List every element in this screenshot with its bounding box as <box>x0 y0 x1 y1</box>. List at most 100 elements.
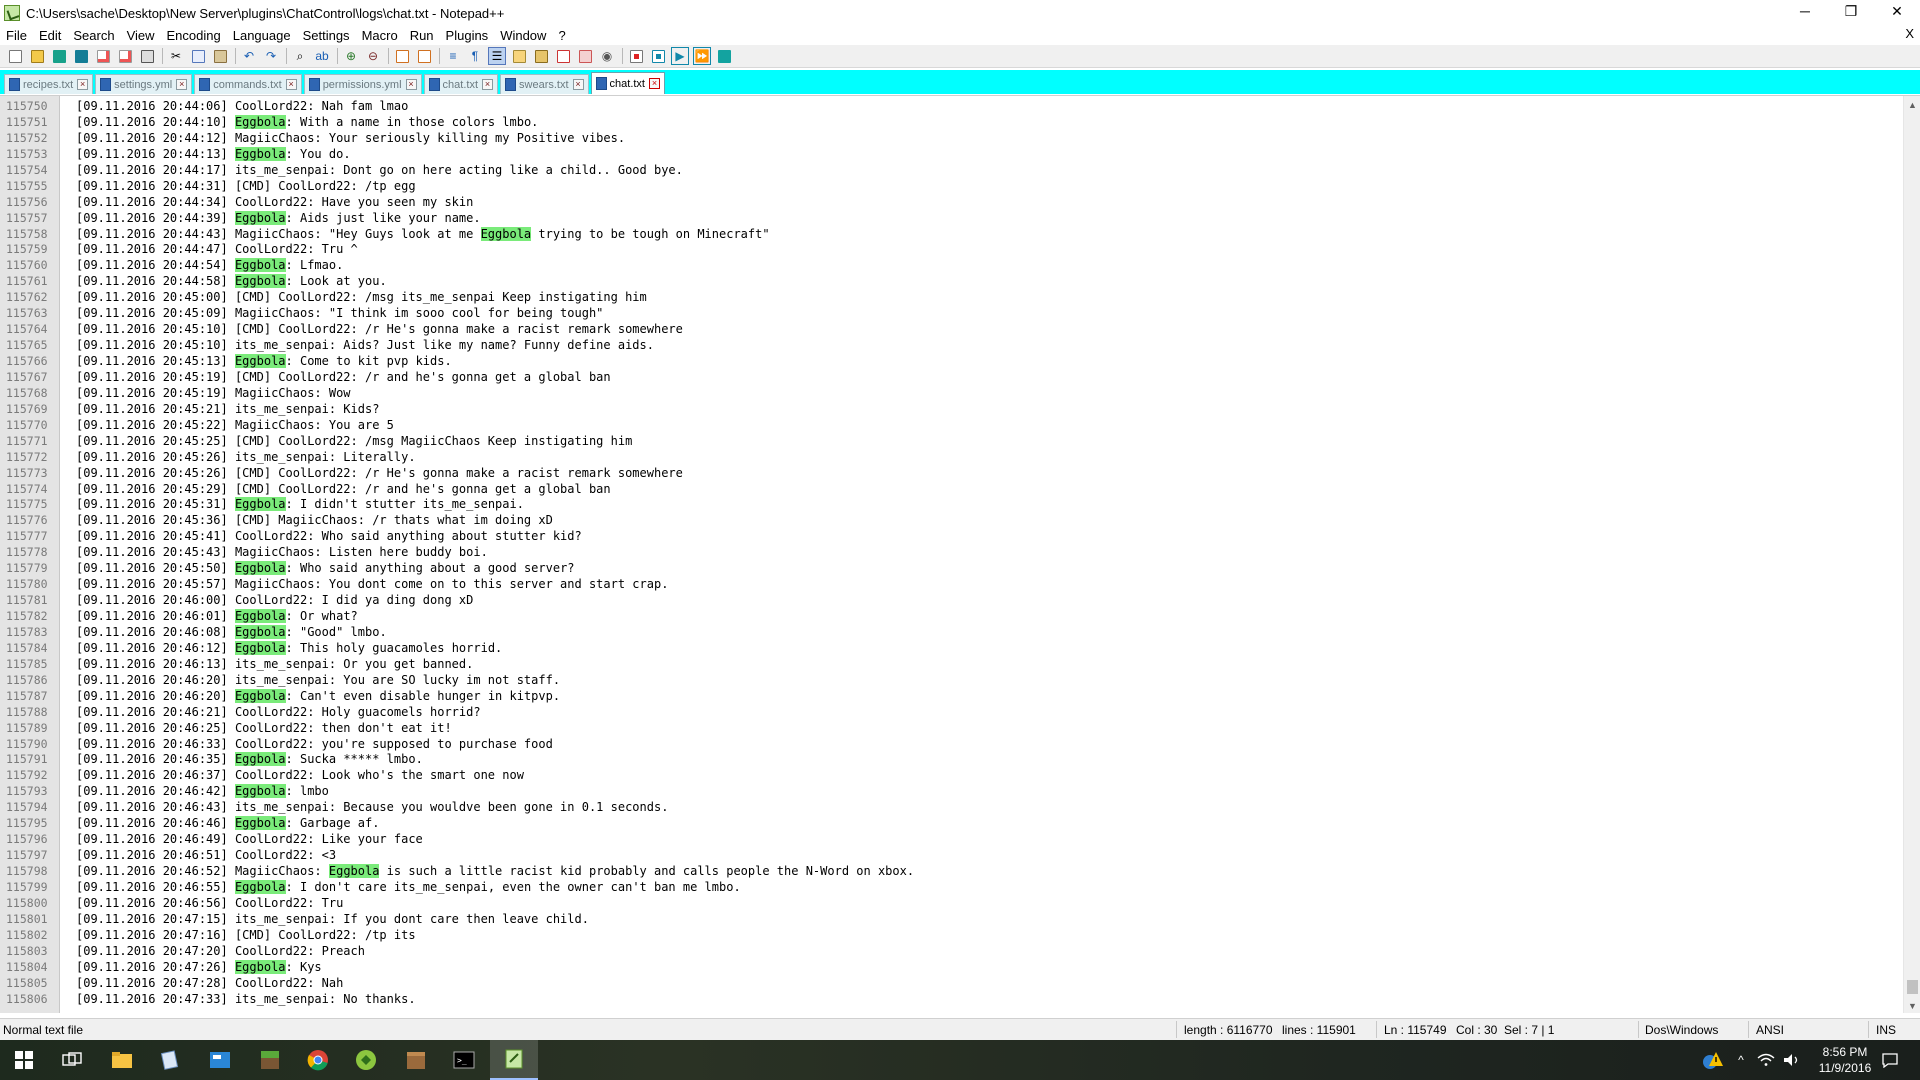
indent-guide-icon[interactable]: ☰ <box>488 47 506 65</box>
editor-line[interactable]: 115772 [09.11.2016 20:45:26] its_me_senpa… <box>0 449 1900 465</box>
editor-line[interactable]: 115759 [09.11.2016 20:44:47] CoolLord22: … <box>0 241 1900 257</box>
close-file-icon[interactable] <box>94 47 112 65</box>
redo-icon[interactable]: ↷ <box>262 47 280 65</box>
editor-line[interactable]: 115791 [09.11.2016 20:46:35] Eggbola: Suc… <box>0 751 1900 767</box>
chrome-taskbar-button[interactable] <box>294 1040 342 1080</box>
cut-icon[interactable]: ✂ <box>167 47 185 65</box>
close-button[interactable]: ✕ <box>1874 0 1920 22</box>
editor-line[interactable]: 115770 [09.11.2016 20:45:22] MagiicChaos:… <box>0 417 1900 433</box>
editor-line[interactable]: 115773 [09.11.2016 20:45:26] [CMD] CoolLo… <box>0 465 1900 481</box>
editor-line[interactable]: 115767 [09.11.2016 20:45:19] [CMD] CoolLo… <box>0 369 1900 385</box>
menu-plugins[interactable]: Plugins <box>440 28 495 43</box>
menu-view[interactable]: View <box>121 28 161 43</box>
editor-line[interactable]: 115790 [09.11.2016 20:46:33] CoolLord22: … <box>0 736 1900 752</box>
tab-close-icon[interactable]: × <box>405 79 417 90</box>
vertical-scrollbar[interactable]: ▲ ▼ <box>1903 96 1920 1013</box>
editor-line[interactable]: 115774 [09.11.2016 20:45:29] [CMD] CoolLo… <box>0 481 1900 497</box>
function-list-icon[interactable] <box>554 47 572 65</box>
editor-line[interactable]: 115777 [09.11.2016 20:45:41] CoolLord22: … <box>0 528 1900 544</box>
file-explorer-taskbar-button[interactable] <box>98 1040 146 1080</box>
sync-vertical-icon[interactable] <box>393 47 411 65</box>
find-icon[interactable]: ⌕ <box>291 47 309 65</box>
menu-help[interactable]: ? <box>552 28 571 43</box>
editor-line[interactable]: 115805 [09.11.2016 20:47:28] CoolLord22: … <box>0 975 1900 991</box>
text-editor[interactable]: 115750 [09.11.2016 20:44:06] CoolLord22: … <box>0 95 1920 1013</box>
editor-line[interactable]: 115757 [09.11.2016 20:44:39] Eggbola: Aid… <box>0 210 1900 226</box>
wifi-icon[interactable] <box>1754 1040 1778 1080</box>
restore-button[interactable]: ❐ <box>1828 0 1874 22</box>
editor-line[interactable]: 115750 [09.11.2016 20:44:06] CoolLord22: … <box>0 98 1900 114</box>
editor-line[interactable]: 115793 [09.11.2016 20:46:42] Eggbola: lmb… <box>0 783 1900 799</box>
new-file-icon[interactable] <box>6 47 24 65</box>
zoom-in-icon[interactable]: ⊕ <box>342 47 360 65</box>
paste-icon[interactable] <box>211 47 229 65</box>
close-document-button[interactable]: X <box>1905 26 1914 41</box>
editor-line[interactable]: 115806 [09.11.2016 20:47:33] its_me_senpa… <box>0 991 1900 1007</box>
menu-search[interactable]: Search <box>67 28 120 43</box>
macro-record-icon[interactable] <box>627 47 645 65</box>
word-wrap-icon[interactable]: ≡ <box>444 47 462 65</box>
task-view-button[interactable] <box>48 1040 96 1080</box>
editor-line[interactable]: 115776 [09.11.2016 20:45:36] [CMD] Magiic… <box>0 512 1900 528</box>
macro-save-icon[interactable] <box>715 47 733 65</box>
editor-line[interactable]: 115788 [09.11.2016 20:46:21] CoolLord22: … <box>0 704 1900 720</box>
menu-window[interactable]: Window <box>494 28 552 43</box>
editor-line[interactable]: 115786 [09.11.2016 20:46:20] its_me_senpa… <box>0 672 1900 688</box>
user-defined-language-icon[interactable] <box>510 47 528 65</box>
document-map-icon[interactable] <box>532 47 550 65</box>
editor-line[interactable]: 115801 [09.11.2016 20:47:15] its_me_senpa… <box>0 911 1900 927</box>
editor-line[interactable]: 115804 [09.11.2016 20:47:26] Eggbola: Kys <box>0 959 1900 975</box>
editor-line[interactable]: 115797 [09.11.2016 20:46:51] CoolLord22: … <box>0 847 1900 863</box>
editor-line[interactable]: 115760 [09.11.2016 20:44:54] Eggbola: Lfm… <box>0 257 1900 273</box>
menu-macro[interactable]: Macro <box>356 28 404 43</box>
editor-line[interactable]: 115794 [09.11.2016 20:46:43] its_me_senpa… <box>0 799 1900 815</box>
calculator-taskbar-button[interactable] <box>196 1040 244 1080</box>
command-prompt-taskbar-button[interactable]: >_ <box>440 1040 488 1080</box>
tab-chat-txt-active[interactable]: chat.txt × <box>590 72 665 94</box>
editor-line[interactable]: 115758 [09.11.2016 20:44:43] MagiicChaos:… <box>0 226 1900 242</box>
editor-line[interactable]: 115766 [09.11.2016 20:45:13] Eggbola: Com… <box>0 353 1900 369</box>
editor-line[interactable]: 115799 [09.11.2016 20:46:55] Eggbola: I d… <box>0 879 1900 895</box>
minimize-button[interactable]: ─ <box>1782 0 1828 22</box>
tab-close-icon[interactable]: × <box>649 78 660 89</box>
undo-icon[interactable]: ↶ <box>240 47 258 65</box>
folder-as-workspace-icon[interactable] <box>576 47 594 65</box>
tab-close-icon[interactable]: × <box>482 79 494 90</box>
show-hidden-icons-chevron-icon[interactable]: ^ <box>1730 1040 1752 1080</box>
open-file-icon[interactable] <box>28 47 46 65</box>
scroll-down-arrow-icon[interactable]: ▼ <box>1904 997 1920 1013</box>
save-all-icon[interactable] <box>72 47 90 65</box>
editor-line[interactable]: 115798 [09.11.2016 20:46:52] MagiicChaos:… <box>0 863 1900 879</box>
editor-line[interactable]: 115765 [09.11.2016 20:45:10] its_me_senpa… <box>0 337 1900 353</box>
menu-edit[interactable]: Edit <box>33 28 67 43</box>
editor-line[interactable]: 115756 [09.11.2016 20:44:34] CoolLord22: … <box>0 194 1900 210</box>
menu-settings[interactable]: Settings <box>297 28 356 43</box>
editor-line[interactable]: 115778 [09.11.2016 20:45:43] MagiicChaos:… <box>0 544 1900 560</box>
editor-line[interactable]: 115755 [09.11.2016 20:44:31] [CMD] CoolLo… <box>0 178 1900 194</box>
notepad-taskbar-button[interactable] <box>146 1040 194 1080</box>
menu-language[interactable]: Language <box>227 28 297 43</box>
editor-line[interactable]: 115782 [09.11.2016 20:46:01] Eggbola: Or … <box>0 608 1900 624</box>
onedrive-warning-tray-icon[interactable] <box>1698 1040 1728 1080</box>
scroll-up-arrow-icon[interactable]: ▲ <box>1904 96 1920 113</box>
editor-line[interactable]: 115803 [09.11.2016 20:47:20] CoolLord22: … <box>0 943 1900 959</box>
action-center-icon[interactable] <box>1872 1040 1908 1080</box>
editor-line[interactable]: 115789 [09.11.2016 20:46:25] CoolLord22: … <box>0 720 1900 736</box>
tab-chat-txt[interactable]: chat.txt × <box>423 74 499 94</box>
close-all-icon[interactable] <box>116 47 134 65</box>
editor-line[interactable]: 115761 [09.11.2016 20:44:58] Eggbola: Loo… <box>0 273 1900 289</box>
editor-line[interactable]: 115800 [09.11.2016 20:46:56] CoolLord22: … <box>0 895 1900 911</box>
editor-line[interactable]: 115783 [09.11.2016 20:46:08] Eggbola: "Go… <box>0 624 1900 640</box>
volume-icon[interactable] <box>1780 1040 1804 1080</box>
tab-commands-txt[interactable]: commands.txt × <box>194 74 302 94</box>
tab-permissions-yml[interactable]: permissions.yml × <box>303 74 422 94</box>
tab-close-icon[interactable]: × <box>572 79 584 90</box>
menu-encoding[interactable]: Encoding <box>161 28 227 43</box>
editor-line[interactable]: 115781 [09.11.2016 20:46:00] CoolLord22: … <box>0 592 1900 608</box>
editor-line[interactable]: 115754 [09.11.2016 20:44:17] its_me_senpa… <box>0 162 1900 178</box>
editor-line[interactable]: 115762 [09.11.2016 20:45:00] [CMD] CoolLo… <box>0 289 1900 305</box>
editor-line[interactable]: 115792 [09.11.2016 20:46:37] CoolLord22: … <box>0 767 1900 783</box>
editor-line[interactable]: 115779 [09.11.2016 20:45:50] Eggbola: Who… <box>0 560 1900 576</box>
zoom-out-icon[interactable]: ⊖ <box>364 47 382 65</box>
editor-line[interactable]: 115775 [09.11.2016 20:45:31] Eggbola: I d… <box>0 496 1900 512</box>
